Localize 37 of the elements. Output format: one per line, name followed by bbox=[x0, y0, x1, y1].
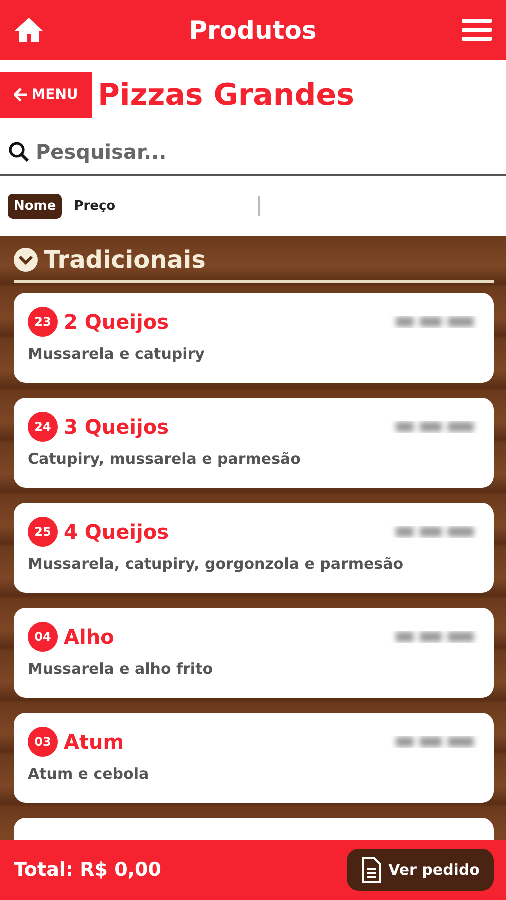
product-description: Mussarela, catupiry, gorgonzola e parmesão bbox=[28, 555, 405, 573]
search-field[interactable]: Pesquisar... bbox=[34, 139, 498, 165]
menu-button[interactable] bbox=[462, 18, 492, 42]
product-card[interactable]: 04 Alho Mussarela e alho frito bbox=[14, 608, 494, 698]
product-card[interactable]: 03 Atum Atum e cebola bbox=[14, 713, 494, 803]
sort-option[interactable]: Preço bbox=[68, 194, 122, 218]
search-icon bbox=[8, 141, 30, 163]
page-title: Pizzas Grandes bbox=[98, 78, 354, 112]
home-button[interactable] bbox=[14, 16, 44, 44]
product-description: Catupiry, mussarela e parmesão bbox=[28, 450, 302, 468]
order-total: Total: R$ 0,00 bbox=[14, 859, 162, 881]
product-name: 4 Queijos bbox=[64, 520, 170, 544]
category-header[interactable]: Tradicionais bbox=[14, 246, 494, 283]
product-name: 2 Queijos bbox=[64, 310, 170, 334]
product-name: Alho bbox=[64, 625, 116, 649]
arrow-left-icon bbox=[14, 88, 28, 102]
product-description: Atum e cebola bbox=[28, 765, 150, 783]
menu-icon bbox=[462, 18, 492, 42]
back-button[interactable]: MENU bbox=[0, 72, 92, 118]
product-code: 25 bbox=[28, 517, 58, 547]
sort-option[interactable]: Nome bbox=[8, 194, 62, 218]
chevron-icon bbox=[14, 248, 38, 272]
view-order-button[interactable]: Ver pedido bbox=[346, 849, 494, 891]
product-description: Mussarela e alho frito bbox=[28, 660, 214, 678]
product-name: 3 Queijos bbox=[64, 415, 170, 439]
product-code: 03 bbox=[28, 727, 58, 757]
product-name: Atum bbox=[64, 730, 126, 754]
header-title: Produtos bbox=[189, 16, 317, 44]
product-code: 24 bbox=[28, 412, 58, 442]
product-card[interactable]: 24 3 Queijos Catupiry, mussarela e parmesão bbox=[14, 398, 494, 488]
product-code: 04 bbox=[28, 622, 58, 652]
product-code: 23 bbox=[28, 307, 58, 337]
product-card[interactable]: 23 2 Queijos Mussarela e catupiry bbox=[14, 293, 494, 383]
home-icon bbox=[14, 16, 44, 44]
document-icon bbox=[360, 857, 381, 883]
product-card[interactable]: 25 4 Queijos Mussarela, catupiry, gorgonzola e parmesão bbox=[14, 503, 494, 593]
product-description: Mussarela e catupiry bbox=[28, 345, 206, 363]
